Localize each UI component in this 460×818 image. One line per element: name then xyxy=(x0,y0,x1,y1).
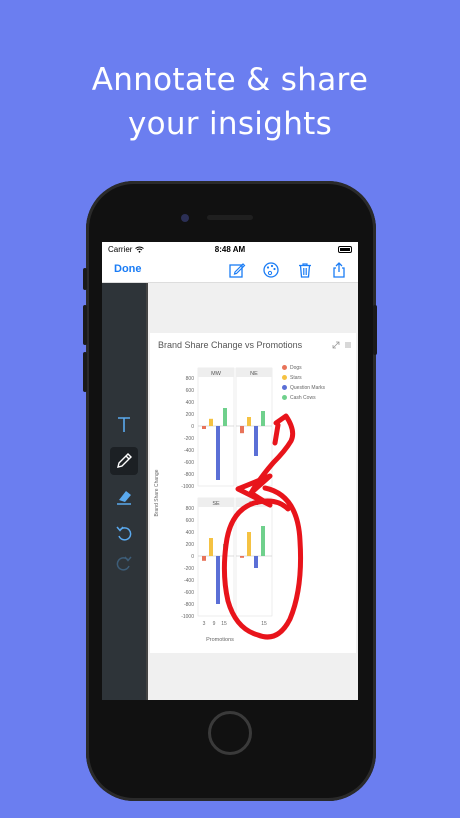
battery-icon xyxy=(338,246,352,253)
status-time: 8:48 AM xyxy=(214,245,246,254)
redo-icon xyxy=(116,556,132,571)
side-button-volume-up xyxy=(83,305,87,345)
headline-line-2: your insights xyxy=(127,106,333,142)
side-button-mute xyxy=(83,268,87,290)
red-annotation-drawing xyxy=(221,413,304,640)
home-button[interactable] xyxy=(208,711,252,755)
pencil-tool[interactable] xyxy=(110,447,138,475)
navigation-bar: Done xyxy=(102,258,358,283)
status-bar: Carrier 8:48 AM xyxy=(102,242,358,258)
undo-tool[interactable] xyxy=(110,519,138,547)
text-tool[interactable] xyxy=(110,411,138,439)
text-icon xyxy=(118,417,130,432)
trash-icon[interactable] xyxy=(296,261,314,279)
side-button-power xyxy=(373,305,377,355)
compose-icon[interactable] xyxy=(228,261,246,279)
document-canvas[interactable]: Brand Share Change vs Promotions Dogs Sta… xyxy=(148,283,358,700)
eraser-icon xyxy=(117,491,131,505)
side-button-volume-down xyxy=(83,352,87,392)
annotation-toolbar xyxy=(102,283,146,700)
speaker-grille xyxy=(207,215,253,220)
front-camera xyxy=(181,214,189,222)
eraser-tool[interactable] xyxy=(110,483,138,511)
undo-icon xyxy=(116,526,132,541)
redo-tool[interactable] xyxy=(110,549,138,577)
headline-line-1: Annotate & share xyxy=(91,62,369,98)
palette-icon[interactable] xyxy=(262,261,280,279)
share-icon[interactable] xyxy=(330,261,348,279)
done-button[interactable]: Done xyxy=(114,263,142,275)
headline: Annotate & share your insights xyxy=(0,58,460,146)
app-screen: Carrier 8:48 AM Done Brand Share Change … xyxy=(102,242,358,700)
pencil-icon xyxy=(117,453,132,468)
